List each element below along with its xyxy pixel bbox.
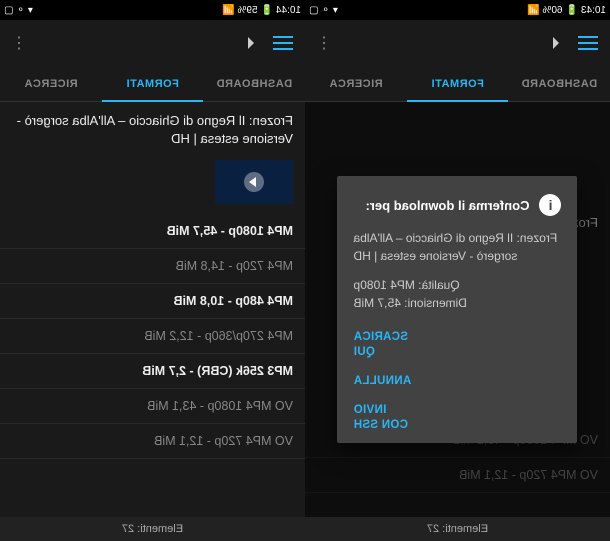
- app-bar: ⋮: [305, 20, 610, 66]
- dialog-body: Frozen: Il Regno di Ghiaccio – All'Alba …: [354, 230, 562, 312]
- bt-icon: ⚬: [321, 5, 329, 16]
- tab-label: FORMATI: [431, 78, 484, 90]
- format-row[interactable]: MP4 480p - 10,8 MiB: [0, 284, 305, 319]
- dialog-title: Conferma il download per:: [366, 198, 530, 213]
- dialog-video-title: Frozen: Il Regno di Ghiaccio – All'Alba …: [354, 230, 562, 265]
- nfc-icon: ▢: [4, 5, 13, 16]
- dialog-meta: Qualità: MP4 1080p Dimensioni: 45,7 MiB: [354, 277, 562, 312]
- format-row[interactable]: MP4 1080p - 45,7 MiB: [0, 214, 305, 249]
- status-left: 10:44 🔋 59% 📶: [222, 5, 301, 16]
- overflow-menu[interactable]: ⋮: [8, 29, 30, 57]
- format-row[interactable]: MP4 720p - 14,8 MiB: [0, 249, 305, 284]
- format-row[interactable]: MP4 270p/360p - 12,2 MiB: [0, 319, 305, 354]
- video-title: Frozen: Il Regno di Ghiaccio – All'Alba …: [0, 102, 305, 156]
- back-button[interactable]: [542, 29, 570, 57]
- dialog-quality: Qualità: MP4 1080p: [354, 277, 562, 294]
- thumbnail-row: [0, 156, 305, 214]
- status-right: ▾ ⚬ ▢: [309, 5, 338, 16]
- hamburger-icon[interactable]: [574, 29, 602, 57]
- signal-icon: ▾: [28, 5, 33, 16]
- status-right: ▾ ⚬ ▢: [4, 5, 33, 16]
- status-bar: 10:44 🔋 59% 📶 ▾ ⚬ ▢: [0, 0, 305, 20]
- wifi-icon: 📶: [222, 5, 234, 16]
- status-left: 10:43 🔋 60% 📶: [527, 5, 606, 16]
- hamburger-icon[interactable]: [269, 29, 297, 57]
- tabs: DASHBOARD FORMATI RICERCA: [0, 66, 305, 102]
- time: 10:44: [276, 5, 301, 16]
- bt-icon: ⚬: [16, 5, 24, 16]
- element-count: Elementi: 27: [122, 523, 183, 535]
- element-count: Elementi: 27: [427, 523, 488, 535]
- format-row[interactable]: VO MP4 720p - 12,1 MiB: [0, 424, 305, 459]
- dialog-size: Dimensioni: 45,7 MiB: [354, 295, 562, 312]
- play-icon: [244, 172, 264, 192]
- battery-icon: 🔋: [261, 5, 273, 16]
- battery-pct: 60%: [543, 5, 563, 16]
- tab-formati[interactable]: FORMATI: [407, 66, 509, 101]
- video-thumbnail[interactable]: [215, 160, 293, 204]
- footer-bar: Elementi: 27: [0, 517, 305, 541]
- tab-label: RICERCA: [24, 78, 78, 90]
- app-bar: ⋮: [0, 20, 305, 66]
- nfc-icon: ▢: [309, 5, 318, 16]
- format-label: VO MP4 1080p - 43,1 MiB: [147, 399, 293, 413]
- status-bar: 10:43 🔋 60% 📶 ▾ ⚬ ▢: [305, 0, 610, 20]
- screen-left: 10:43 🔋 60% 📶 ▾ ⚬ ▢ ⋮ DASHBOARD FORMATI …: [305, 0, 610, 541]
- tab-dashboard[interactable]: DASHBOARD: [508, 66, 610, 101]
- overflow-menu[interactable]: ⋮: [313, 29, 335, 57]
- back-button[interactable]: [237, 29, 265, 57]
- tab-ricerca[interactable]: RICERCA: [305, 66, 407, 101]
- tab-label: RICERCA: [329, 78, 383, 90]
- format-row[interactable]: VO MP4 1080p - 43,1 MiB: [0, 389, 305, 424]
- download-button[interactable]: SCARICA QUI: [354, 330, 409, 360]
- dialog-header: i Conferma il download per:: [354, 194, 562, 216]
- ssh-button[interactable]: INVIO CON SSH: [354, 403, 409, 433]
- tab-label: FORMATI: [126, 78, 179, 90]
- time: 10:43: [581, 5, 606, 16]
- tab-label: DASHBOARD: [521, 78, 597, 90]
- confirm-dialog: i Conferma il download per: Frozen: Il R…: [338, 176, 578, 442]
- tab-label: DASHBOARD: [216, 78, 292, 90]
- dialog-actions: SCARICA QUI ANNULLA INVIO CON SSH: [354, 330, 562, 433]
- cancel-button[interactable]: ANNULLA: [354, 374, 412, 389]
- format-label: MP3 256k (CBR) - 2,7 MiB: [142, 364, 293, 378]
- tab-ricerca[interactable]: RICERCA: [0, 66, 102, 101]
- format-label: MP4 270p/360p - 12,2 MiB: [144, 329, 293, 343]
- footer-bar: Elementi: 27: [305, 517, 610, 541]
- format-label: VO MP4 720p - 12,1 MiB: [154, 434, 293, 448]
- signal-icon: ▾: [333, 5, 338, 16]
- format-label: MP4 720p - 14,8 MiB: [176, 259, 293, 273]
- screen-right: 10:44 🔋 59% 📶 ▾ ⚬ ▢ ⋮ DASHBOARD FORMATI …: [0, 0, 305, 541]
- info-icon: i: [540, 194, 562, 216]
- content-area: Frozen: Il Regno di Ghiaccio – All'Alba …: [305, 102, 610, 517]
- content-area: Frozen: Il Regno di Ghiaccio – All'Alba …: [0, 102, 305, 517]
- battery-pct: 59%: [238, 5, 258, 16]
- battery-icon: 🔋: [566, 5, 578, 16]
- format-row[interactable]: MP3 256k (CBR) - 2,7 MiB: [0, 354, 305, 389]
- tabs: DASHBOARD FORMATI RICERCA: [305, 66, 610, 102]
- wifi-icon: 📶: [527, 5, 539, 16]
- dialog-overlay: i Conferma il download per: Frozen: Il R…: [305, 102, 610, 517]
- tab-formati[interactable]: FORMATI: [102, 66, 204, 101]
- tab-dashboard[interactable]: DASHBOARD: [203, 66, 305, 101]
- format-label: MP4 480p - 10,8 MiB: [174, 294, 294, 308]
- format-label: MP4 1080p - 45,7 MiB: [167, 224, 293, 238]
